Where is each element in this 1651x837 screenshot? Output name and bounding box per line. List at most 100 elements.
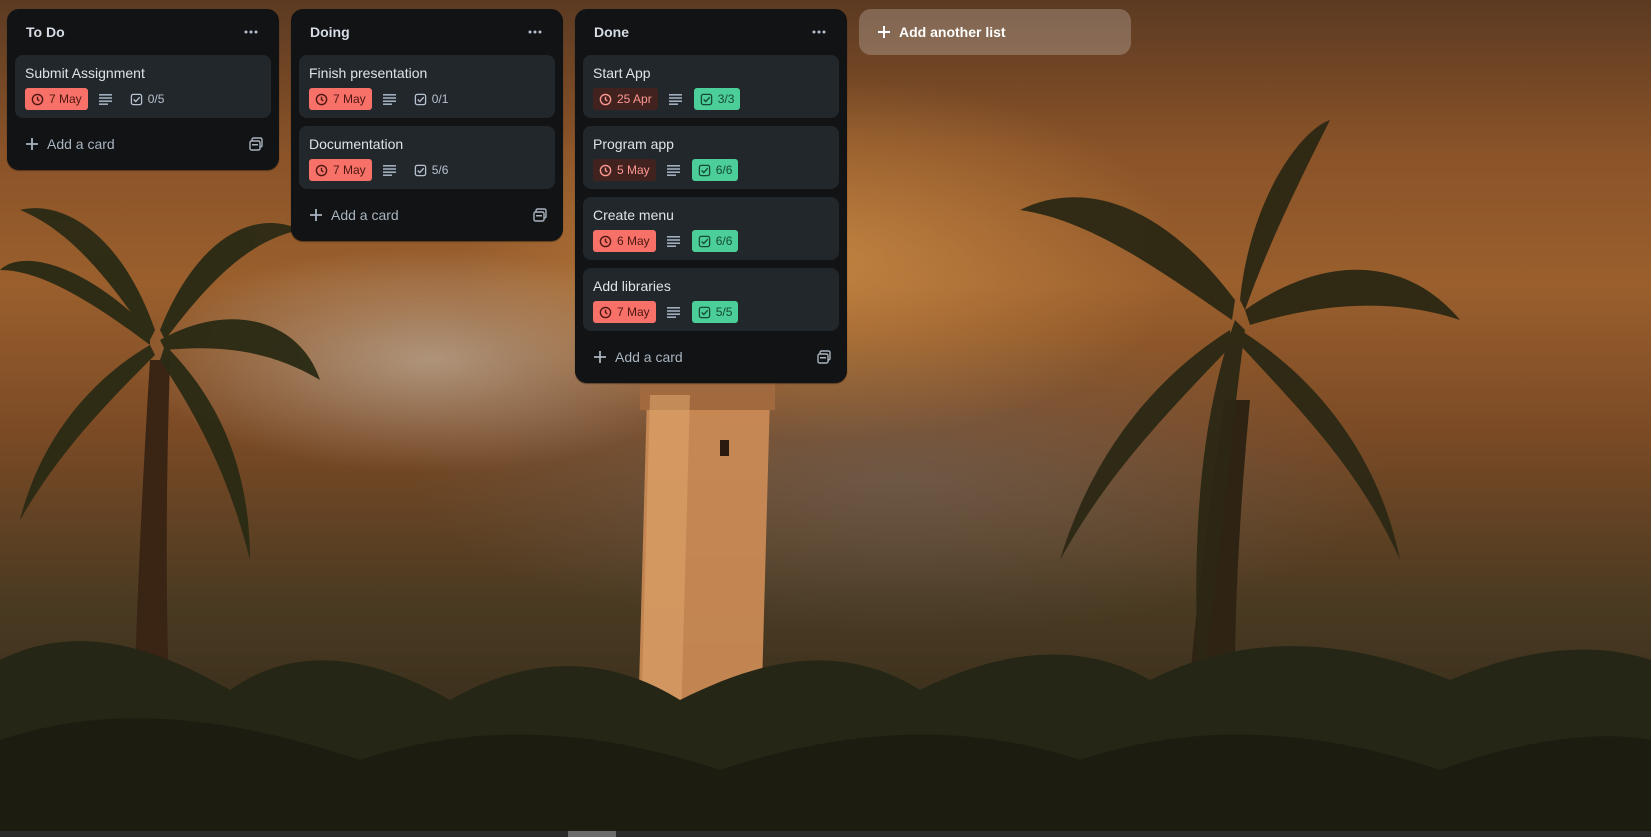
horizontal-scrollbar[interactable] xyxy=(0,831,1651,837)
card-title: Finish presentation xyxy=(309,65,428,81)
checkbox-icon xyxy=(698,164,710,176)
card-title: Program app xyxy=(593,136,674,152)
checklist-count: 6/6 xyxy=(715,234,733,248)
card-title: Add libraries xyxy=(593,278,671,294)
ellipsis-icon xyxy=(528,30,542,34)
list-done: Done Start App 25 Apr 3/3 Program app 5 … xyxy=(575,9,847,383)
clock-icon xyxy=(31,93,44,105)
card[interactable]: Submit Assignment 7 May 0/5 xyxy=(15,55,271,118)
create-from-template-icon[interactable] xyxy=(533,208,547,222)
clock-icon xyxy=(599,306,612,318)
card-badges: 5 May 6/6 xyxy=(593,158,829,182)
description-icon xyxy=(378,164,402,176)
checklist-count: 5/6 xyxy=(431,163,449,177)
add-card-label: Add a card xyxy=(331,207,399,223)
due-date-badge[interactable]: 6 May xyxy=(593,230,656,252)
card-title: Create menu xyxy=(593,207,674,223)
checklist-count: 0/5 xyxy=(147,92,165,106)
due-date-text: 25 Apr xyxy=(617,92,652,106)
plus-icon xyxy=(26,138,38,150)
clock-icon xyxy=(315,93,328,105)
checklist-badge: 0/5 xyxy=(124,88,171,110)
due-date-badge[interactable]: 7 May xyxy=(309,88,372,110)
list-title[interactable]: Done xyxy=(594,24,629,40)
ellipsis-icon xyxy=(244,30,258,34)
list-header: Doing xyxy=(299,9,555,55)
due-date-badge[interactable]: 7 May xyxy=(309,159,372,181)
card[interactable]: Finish presentation 7 May 0/1 xyxy=(299,55,555,118)
due-date-badge[interactable]: 7 May xyxy=(593,301,656,323)
list-menu-button[interactable] xyxy=(521,18,549,46)
create-from-template-icon[interactable] xyxy=(249,137,263,151)
checklist-badge: 5/6 xyxy=(408,159,455,181)
clock-icon xyxy=(599,235,612,247)
checkbox-icon xyxy=(698,235,710,247)
list-title[interactable]: To Do xyxy=(26,24,65,40)
list-menu-button[interactable] xyxy=(237,18,265,46)
due-date-text: 7 May xyxy=(617,305,650,319)
checklist-count: 6/6 xyxy=(715,163,733,177)
clock-icon xyxy=(315,164,328,176)
add-another-list-button[interactable]: Add another list xyxy=(859,9,1131,55)
due-date-text: 7 May xyxy=(49,92,82,106)
clock-icon xyxy=(599,164,612,176)
checklist-badge: 0/1 xyxy=(408,88,455,110)
checkbox-icon xyxy=(698,306,710,318)
checklist-count: 3/3 xyxy=(717,92,735,106)
checkbox-icon xyxy=(414,164,426,176)
card-title: Start App xyxy=(593,65,651,81)
description-icon xyxy=(664,93,688,105)
add-list-label: Add another list xyxy=(899,24,1006,40)
card-title: Submit Assignment xyxy=(25,65,145,81)
checkbox-icon xyxy=(700,93,712,105)
checklist-count: 0/1 xyxy=(431,92,449,106)
card[interactable]: Documentation 7 May 5/6 xyxy=(299,126,555,189)
card[interactable]: Create menu 6 May 6/6 xyxy=(583,197,839,260)
card-badges: 7 May 0/5 xyxy=(25,87,261,111)
card-badges: 25 Apr 3/3 xyxy=(593,87,829,111)
due-date-badge[interactable]: 5 May xyxy=(593,159,656,181)
card[interactable]: Add libraries 7 May 5/5 xyxy=(583,268,839,331)
list-doing: Doing Finish presentation 7 May 0/1 Docu… xyxy=(291,9,563,241)
plus-icon xyxy=(878,26,890,38)
checklist-count: 5/5 xyxy=(715,305,733,319)
checkbox-icon xyxy=(414,93,426,105)
checklist-badge: 6/6 xyxy=(691,230,739,252)
due-date-text: 7 May xyxy=(333,92,366,106)
card-badges: 7 May 5/6 xyxy=(309,158,545,182)
create-from-template-icon[interactable] xyxy=(817,350,831,364)
checklist-badge: 5/5 xyxy=(691,301,739,323)
plus-icon xyxy=(594,351,606,363)
card-title: Documentation xyxy=(309,136,404,152)
list-to-do: To Do Submit Assignment 7 May 0/5 Add a … xyxy=(7,9,279,170)
card[interactable]: Start App 25 Apr 3/3 xyxy=(583,55,839,118)
due-date-text: 6 May xyxy=(617,234,650,248)
scrollbar-thumb[interactable] xyxy=(568,831,616,837)
add-card-label: Add a card xyxy=(47,136,115,152)
list-header: Done xyxy=(583,9,839,55)
checklist-badge: 3/3 xyxy=(693,88,741,110)
card-badges: 7 May 5/5 xyxy=(593,300,829,324)
add-card-button[interactable]: Add a card xyxy=(299,197,555,233)
description-icon xyxy=(378,93,402,105)
checklist-badge: 6/6 xyxy=(691,159,739,181)
due-date-text: 5 May xyxy=(617,163,650,177)
board-canvas: To Do Submit Assignment 7 May 0/5 Add a … xyxy=(0,0,1131,383)
description-icon xyxy=(662,164,686,176)
add-card-button[interactable]: Add a card xyxy=(15,126,271,162)
add-card-label: Add a card xyxy=(615,349,683,365)
checkbox-icon xyxy=(130,93,142,105)
description-icon xyxy=(662,306,686,318)
description-icon xyxy=(94,93,118,105)
card-badges: 7 May 0/1 xyxy=(309,87,545,111)
description-icon xyxy=(662,235,686,247)
due-date-badge[interactable]: 25 Apr xyxy=(593,88,658,110)
due-date-text: 7 May xyxy=(333,163,366,177)
list-menu-button[interactable] xyxy=(805,18,833,46)
ellipsis-icon xyxy=(812,30,826,34)
add-card-button[interactable]: Add a card xyxy=(583,339,839,375)
card[interactable]: Program app 5 May 6/6 xyxy=(583,126,839,189)
clock-icon xyxy=(599,93,612,105)
list-title[interactable]: Doing xyxy=(310,24,350,40)
due-date-badge[interactable]: 7 May xyxy=(25,88,88,110)
